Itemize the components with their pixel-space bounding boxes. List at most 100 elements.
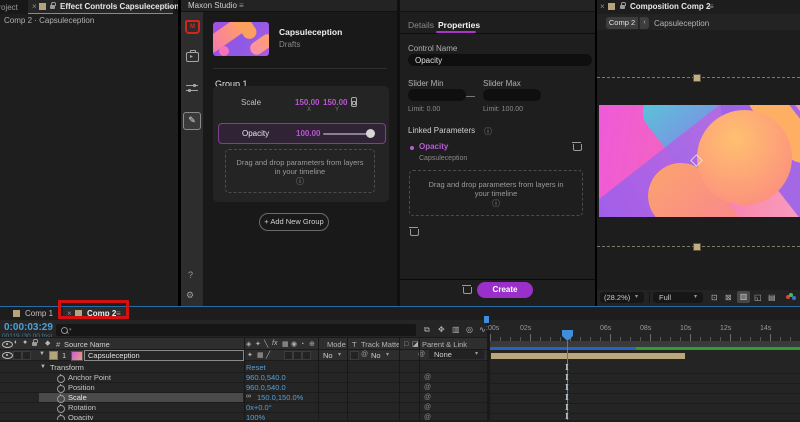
anchor-point-label[interactable]: Anchor Point	[68, 373, 111, 382]
region-of-interest-icon[interactable]: ⊡	[711, 293, 718, 302]
stopwatch-icon[interactable]	[57, 384, 65, 393]
time-navigator-start[interactable]	[484, 316, 489, 323]
maxon-menu-icon[interactable]: ≡	[239, 1, 244, 10]
keyframe-marker[interactable]: I	[565, 393, 569, 401]
keyframe-marker[interactable]: I	[565, 373, 569, 381]
footer-trash-icon[interactable]	[462, 285, 472, 294]
opacity-value[interactable]: 100.00	[296, 129, 320, 138]
property-pickwhip-icon[interactable]: @	[424, 404, 431, 411]
layer-draft-icon[interactable]: ╱	[266, 351, 270, 360]
panel-menu-icon[interactable]: ≡	[162, 2, 167, 11]
stopwatch-icon[interactable]	[57, 394, 65, 403]
scale-y-value[interactable]: 150.00	[323, 98, 347, 107]
layer-color-swatch[interactable]	[49, 351, 58, 360]
tab-effect-controls[interactable]: × Effect Controls Capsuleception ≡	[28, 0, 179, 14]
editor-tool-selected[interactable]: ✎	[183, 112, 201, 130]
opacity-param-row[interactable]: Opacity 100.00	[218, 123, 386, 144]
layer-switch-2[interactable]	[293, 351, 302, 360]
draft-3d-icon[interactable]: ✥	[438, 325, 445, 334]
motion-blur-icon[interactable]: ◎	[466, 325, 473, 334]
keyframe-marker[interactable]: I	[565, 363, 569, 371]
slider-max-input[interactable]	[483, 89, 541, 101]
group-trash-icon[interactable]	[409, 227, 419, 236]
layer-visibility-icon[interactable]	[2, 352, 13, 359]
scale-label[interactable]: Scale	[68, 393, 87, 402]
linked-param-trash-icon[interactable]	[572, 142, 582, 151]
comp-nav-collapse-icon[interactable]: ‹	[639, 17, 649, 29]
matte-pickwhip-icon[interactable]: @	[361, 351, 368, 358]
preserve-transparency-toggle[interactable]	[350, 351, 359, 360]
scale-value[interactable]: 150.0,150.0%	[257, 393, 303, 402]
twirl-down-icon[interactable]: ▼	[39, 351, 45, 357]
project-thumbnail[interactable]	[213, 22, 269, 56]
layer-quality-icon[interactable]: ▦	[257, 351, 264, 360]
position-value[interactable]: 960.0,540.0	[246, 383, 286, 392]
solo-toggle[interactable]	[22, 351, 31, 360]
mode-column-label[interactable]: Mode	[327, 340, 346, 349]
layer-name-cell[interactable]: Capsuleception	[84, 350, 244, 361]
track-matte-dropdown[interactable]: No	[371, 351, 381, 360]
lock-icon[interactable]	[620, 2, 626, 9]
transparency-grid-icon[interactable]: ⊠	[725, 293, 732, 302]
stopwatch-icon[interactable]	[57, 374, 65, 383]
frame-blend-icon[interactable]: ▥	[452, 325, 460, 334]
group-dropzone[interactable]: Drag and drop parameters from layers in …	[225, 149, 375, 193]
tab-details[interactable]: Details	[408, 20, 434, 30]
opacity-slider-knob[interactable]	[366, 129, 375, 138]
position-label[interactable]: Position	[68, 383, 95, 392]
rotation-value[interactable]: 0x+0.0°	[246, 403, 272, 412]
mode-dropdown[interactable]: No	[323, 351, 333, 360]
rotation-label[interactable]: Rotation	[68, 403, 96, 412]
layer-collapse-icon[interactable]: ✦	[247, 351, 253, 360]
channel-blue-icon[interactable]	[792, 296, 796, 300]
audio-toggle[interactable]	[13, 351, 22, 360]
property-pickwhip-icon[interactable]: @	[424, 374, 431, 381]
property-pickwhip-icon[interactable]: @	[424, 384, 431, 391]
close-icon[interactable]: ×	[32, 2, 37, 11]
resolution-dropdown[interactable]: Full ▾	[653, 292, 703, 303]
mask-visibility-icon[interactable]: ▥	[737, 291, 750, 303]
guides-icon[interactable]: ◱	[754, 293, 762, 302]
projects-icon[interactable]: ▸	[186, 50, 199, 62]
layer-switch-3[interactable]	[302, 351, 311, 360]
composition-tab-label[interactable]: Composition Comp 2	[630, 2, 710, 11]
add-new-group-button[interactable]: + Add New Group	[259, 213, 329, 231]
controls-icon[interactable]	[186, 84, 198, 92]
lock-icon[interactable]	[50, 2, 56, 9]
transform-label[interactable]: Transform	[50, 363, 84, 372]
source-name-column-label[interactable]: Source Name	[64, 340, 110, 349]
create-button[interactable]: Create	[477, 282, 533, 298]
search-field[interactable]: ▾	[56, 324, 416, 336]
time-ruler[interactable]: :00s 02s 06s 08s 10s 12s 14s	[486, 322, 800, 341]
transform-reset-link[interactable]: Reset	[246, 363, 266, 372]
composition-mini-flowchart-icon[interactable]: ⧉	[424, 325, 430, 334]
panel-menu-icon[interactable]: ≡	[709, 2, 714, 11]
linked-dropzone[interactable]: Drag and drop parameters from layers in …	[409, 170, 583, 216]
selection-top-handle[interactable]	[693, 74, 701, 82]
tab-comp-1[interactable]: Comp 1	[5, 307, 57, 320]
stopwatch-icon[interactable]	[57, 404, 65, 413]
keyframe-marker[interactable]: I	[565, 412, 569, 420]
slider-min-input[interactable]	[408, 89, 466, 101]
parent-link-column-label[interactable]: Parent & Link	[422, 340, 467, 349]
property-pickwhip-icon[interactable]: @	[424, 394, 431, 401]
keyframe-marker[interactable]: I	[565, 403, 569, 411]
comp-breadcrumb[interactable]: Capsuleception	[654, 19, 709, 28]
close-icon[interactable]: ×	[600, 2, 605, 11]
constrain-proportions-icon[interactable]: ∞	[246, 393, 251, 400]
info-icon[interactable]: ⓘ	[484, 126, 492, 137]
help-icon[interactable]: ?	[188, 270, 193, 280]
layer-duration-bar[interactable]	[490, 352, 686, 360]
current-timecode[interactable]: 0:00:03:29	[4, 322, 53, 333]
twirl-down-icon[interactable]: ▼	[40, 364, 46, 370]
preview-options-icon[interactable]: ▤	[768, 293, 776, 302]
comp-viewer[interactable]	[597, 30, 800, 290]
track-matte-column-label[interactable]: Track Matte	[361, 340, 400, 349]
tab-overflow-icon[interactable]: »	[168, 2, 172, 11]
selection-bottom-handle[interactable]	[693, 243, 701, 251]
opacity-slider-track[interactable]	[323, 133, 371, 135]
zoom-dropdown[interactable]: (28.2%) ▾	[600, 292, 644, 303]
tab-properties[interactable]: Properties	[438, 20, 480, 30]
scale-x-value[interactable]: 150.00	[295, 98, 319, 107]
parent-dropdown[interactable]: None ▾	[429, 350, 484, 359]
